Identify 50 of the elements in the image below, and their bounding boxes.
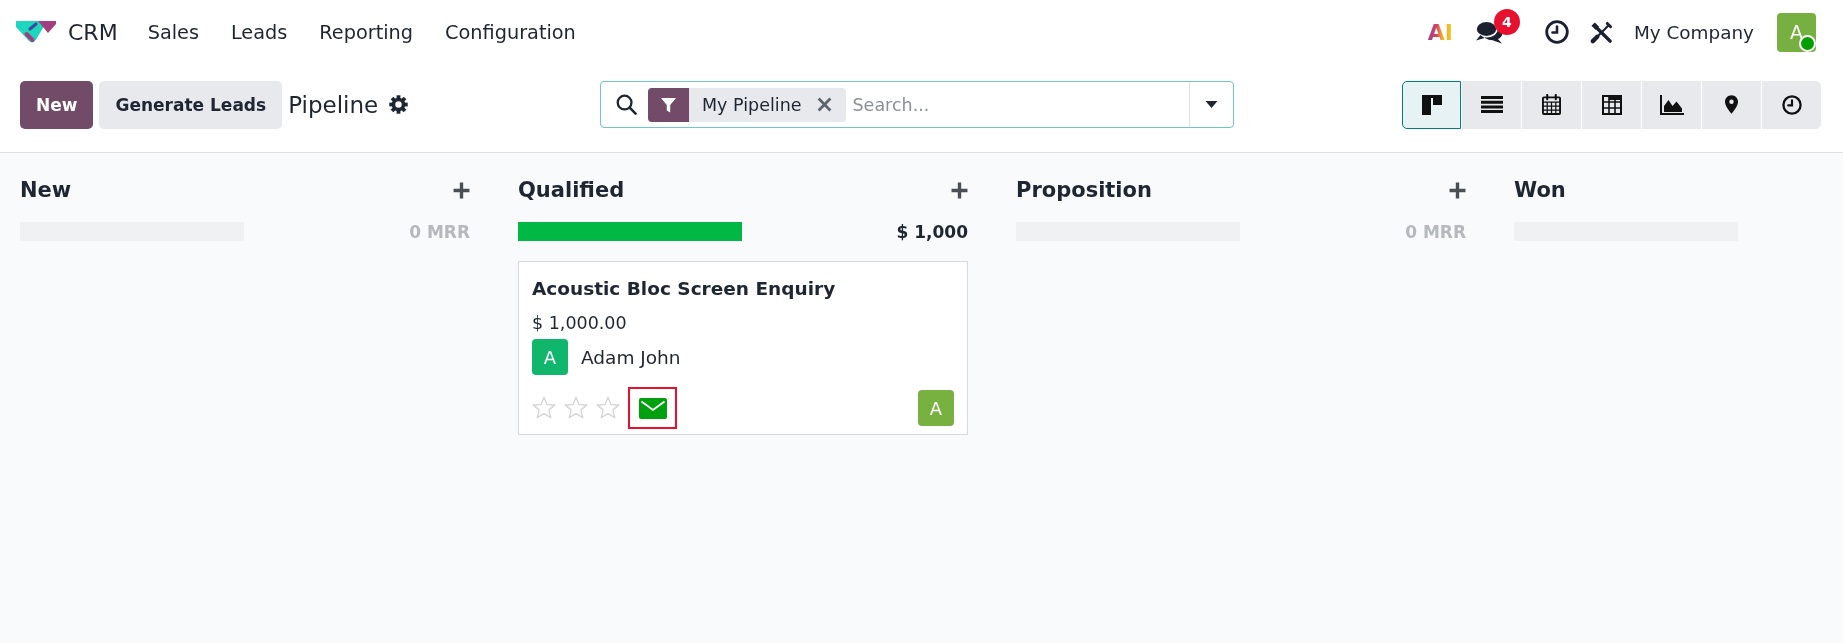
filter-label: My Pipeline — [701, 94, 803, 115]
column-total: $ 1,000 — [896, 221, 968, 242]
search-icon[interactable] — [616, 94, 637, 115]
list-icon — [1480, 96, 1503, 113]
star-icon[interactable] — [532, 396, 556, 420]
star-rating[interactable] — [532, 396, 620, 420]
plus-icon[interactable] — [1449, 181, 1466, 199]
caret-icon — [1205, 101, 1218, 108]
filter-chip[interactable]: My Pipeline — [648, 87, 846, 122]
kanban-icon — [1421, 94, 1442, 115]
search-input[interactable]: Search... — [845, 86, 1189, 123]
plus-icon[interactable] — [453, 181, 470, 199]
action-button[interactable]: Generate Leads — [99, 80, 283, 129]
column-title: Qualified — [518, 178, 625, 202]
plus-icon[interactable] — [951, 181, 968, 199]
contact-avatar: A — [532, 339, 568, 375]
lead-card[interactable]: Acoustic Bloc Screen Enquiry $ 1,000.00 A Adam John A — [518, 261, 968, 435]
filter-icon — [648, 87, 689, 122]
close-icon[interactable] — [816, 97, 832, 112]
star-icon[interactable] — [596, 396, 620, 420]
card-title: Acoustic Bloc Screen Enquiry — [532, 277, 837, 301]
new-button[interactable]: New — [20, 80, 94, 129]
view-button[interactable] — [1402, 80, 1461, 129]
notification-badge: 4 — [1493, 9, 1520, 35]
company-name[interactable]: My Company — [1633, 21, 1754, 43]
envelope-icon[interactable] — [638, 397, 667, 419]
area-chart-icon — [1659, 94, 1684, 115]
app-name[interactable]: CRM — [68, 19, 118, 45]
tools-icon[interactable] — [1589, 20, 1613, 44]
table-icon — [1601, 94, 1622, 115]
column-title: New — [20, 178, 72, 202]
menu-item[interactable]: Configuration — [429, 20, 592, 44]
map-pin-icon — [1725, 95, 1738, 114]
menu-item[interactable]: Leads — [214, 20, 304, 44]
search-bar[interactable]: My Pipeline Search... — [600, 81, 1234, 128]
menu-item[interactable]: Sales — [131, 20, 215, 44]
column-title: Won — [1514, 178, 1566, 202]
logo-icon[interactable] — [16, 19, 56, 45]
menu-item[interactable]: Reporting — [303, 20, 430, 44]
star-icon[interactable] — [564, 396, 588, 420]
calendar-icon — [1542, 94, 1561, 115]
page-title: Pipeline — [288, 91, 379, 118]
column-title: Proposition — [1016, 178, 1152, 202]
clock-icon — [1781, 94, 1802, 115]
clock-icon[interactable] — [1544, 20, 1569, 44]
settings-icon[interactable] — [389, 95, 409, 114]
column-total: 0 MRR — [409, 221, 470, 242]
card-amount: $ 1,000.00 — [532, 312, 628, 334]
column-total: 0 MRR — [1405, 221, 1466, 242]
contact-name: Adam John — [581, 346, 681, 368]
